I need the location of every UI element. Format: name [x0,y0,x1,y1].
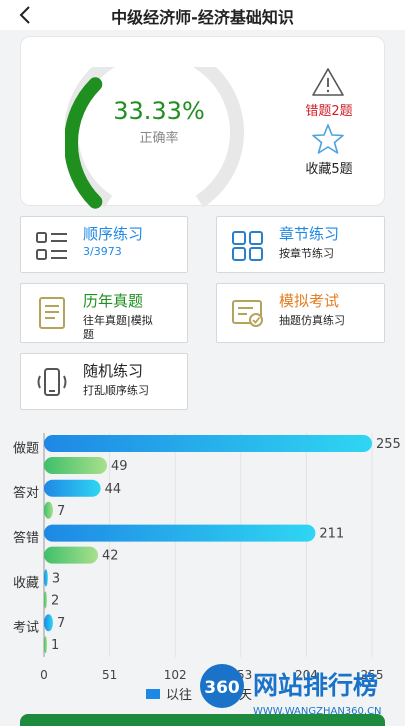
legend-label-past: 以往 [166,688,192,703]
tile-chapter-practice[interactable]: 章节练习 按章节练习 [216,216,385,273]
phone-shake-icon [37,368,67,396]
accuracy-value: 33.33% [113,97,205,125]
bar-today [44,457,108,474]
warning-icon[interactable] [311,67,345,97]
category-label: 答对 [13,485,39,501]
tile-subtitle: 按章节练习 [279,247,334,260]
bar-today [44,636,47,654]
bar-value-label: 2 [51,593,59,608]
tile-title: 历年真题 [83,292,144,310]
top-bar: 中级经济师-经济基础知识 [0,0,405,30]
tile-subtitle: 3/3973 [83,245,122,258]
category-label: 收藏 [13,576,39,591]
bar-value-label: 49 [111,459,128,474]
accuracy-label: 正确率 [139,131,179,146]
bar-today [44,501,54,519]
bar-past [44,524,316,542]
star-icon[interactable] [312,123,344,155]
wrong-questions-link[interactable]: 错题2题 [291,100,367,119]
tile-mock-exam[interactable]: 模拟考试 抽题仿真练习 [216,283,385,343]
bar-value-label: 1 [51,638,59,653]
document-icon [39,297,65,329]
watermark-badge: 360 [204,678,240,698]
site-watermark-logo: 360 网站排行榜 WWW.WANGZHAN360.CN [200,664,382,717]
bottom-action-button[interactable] [20,714,385,726]
bar-value-label: 3 [52,571,60,586]
tile-title: 模拟考试 [279,292,340,310]
bar-value-label: 42 [102,549,119,564]
bar-value-label: 211 [319,527,344,542]
tile-subtitle: 打乱顺序练习 [83,384,149,397]
bar-value-label: 255 [376,437,401,452]
bar-past [44,435,372,452]
bar-today [44,546,99,564]
category-label: 答错 [13,530,39,546]
x-tick-label: 102 [164,668,187,682]
tile-subtitle: 抽题仿真练习 [279,314,345,327]
tile-sequential-practice[interactable]: 顺序练习 3/3973 [20,216,188,273]
list-icon [36,232,67,260]
page-title: 中级经济师-经济基础知识 [111,8,294,27]
watermark-name: 网站排行榜 [253,671,378,700]
bar-today [44,591,47,609]
legend-swatch-past [146,689,160,699]
favorites-link[interactable]: 收藏5题 [291,158,367,177]
grid-icon [232,231,263,261]
bar-value-label: 7 [57,616,65,631]
category-label: 考试 [13,621,39,636]
bar-past [44,479,101,497]
tile-subtitle-line2: 题 [83,328,94,341]
x-tick-label: 0 [40,668,48,682]
tile-past-papers[interactable]: 历年真题 往年真题|模拟 题 [20,283,188,343]
exam-certificate-icon [232,300,263,327]
category-label: 做题 [13,441,39,456]
tile-random-practice[interactable]: 随机练习 打乱顺序练习 [20,353,188,410]
tile-title: 随机练习 [83,362,144,380]
bar-past [44,614,54,632]
bar-past [44,569,48,587]
bar-value-label: 44 [105,482,122,497]
x-tick-label: 51 [102,668,117,682]
tile-title: 章节练习 [279,225,340,243]
bar-value-label: 7 [57,504,65,519]
tile-title: 顺序练习 [83,225,144,243]
stats-card: 33.33% 正确率 错题2题 收藏5题 [20,36,385,209]
